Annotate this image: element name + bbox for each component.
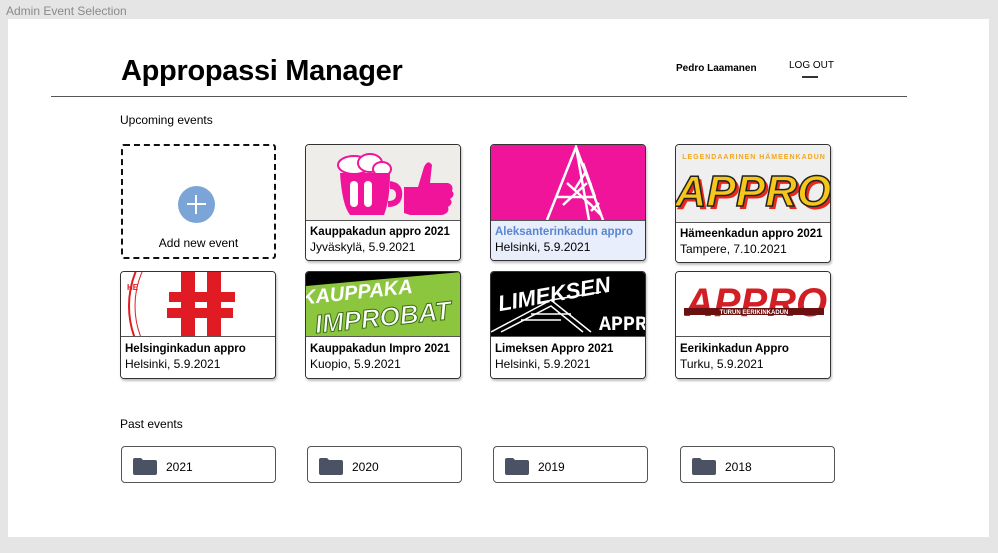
header-divider	[51, 96, 907, 97]
event-date: Helsinki, 5.9.2021	[125, 357, 221, 371]
event-info: Eerikinkadun Appro Turku, 5.9.2021	[676, 336, 830, 378]
event-logo-hameenkatu-appro: LEGENDAARINEN HÄMEENKADUN APPRO APPRO	[676, 145, 830, 222]
logo-text-main: APPRO	[684, 281, 827, 325]
logo-text-sub: APPR	[599, 314, 645, 336]
past-folder-2019[interactable]: 2019	[493, 446, 648, 483]
page-title: Appropassi Manager	[121, 55, 403, 87]
add-new-event-button[interactable]: Add new event	[121, 144, 276, 259]
event-date: Tampere, 7.10.2021	[680, 242, 787, 256]
user-name: Pedro Laamanen	[676, 63, 757, 74]
event-info: Limeksen Appro 2021 Helsinki, 5.9.2021	[491, 336, 645, 378]
event-card-aleksanterinkadun-appro[interactable]: Aleksanterinkadun appro Helsinki, 5.9.20…	[490, 144, 646, 261]
event-card-helsinginkadun-appro[interactable]: HE Helsinginkadun appro Helsinki, 5.9.20…	[120, 271, 276, 379]
logo-text-band: TURUN EERIKINKADUN	[720, 310, 789, 316]
event-name: Eerikinkadun Appro	[680, 343, 789, 355]
event-date: Jyväskylä, 5.9.2021	[310, 240, 416, 254]
add-new-event-label: Add new event	[158, 236, 239, 250]
event-name: Kauppakadun appro 2021	[310, 226, 450, 238]
folder-icon	[319, 458, 343, 475]
event-logo-tower-a	[491, 145, 645, 220]
folder-label: 2019	[538, 460, 565, 474]
admin-board: Appropassi Manager Pedro Laamanen LOG OU…	[8, 19, 989, 537]
event-info: Kauppakadun Impro 2021 Kuopio, 5.9.2021	[306, 336, 460, 378]
event-info: Hämeenkadun appro 2021 Tampere, 7.10.202…	[676, 222, 830, 262]
folder-label: 2018	[725, 460, 752, 474]
past-folder-2020[interactable]: 2020	[307, 446, 462, 483]
event-name: Aleksanterinkadun appro	[495, 226, 634, 238]
event-logo-helsinki-h: HE	[121, 272, 275, 336]
logout-underline	[802, 76, 818, 78]
event-card-hameenkadun-appro-2021[interactable]: LEGENDAARINEN HÄMEENKADUN APPRO APPRO Hä…	[675, 144, 831, 263]
event-card-eerikinkadun-appro[interactable]: APPRO TURUN EERIKINKADUN Eerikinkadun Ap…	[675, 271, 831, 379]
event-info: Helsinginkadun appro Helsinki, 5.9.2021	[121, 336, 275, 378]
event-logo-eerikinkatu-appro: APPRO TURUN EERIKINKADUN	[676, 272, 830, 336]
event-info: Aleksanterinkadun appro Helsinki, 5.9.20…	[491, 220, 645, 260]
event-card-kauppakadun-appro-2021[interactable]: Kauppakadun appro 2021 Jyväskylä, 5.9.20…	[305, 144, 461, 261]
logo-text-top: LEGENDAARINEN HÄMEENKADUN	[682, 153, 826, 161]
upcoming-events-heading: Upcoming events	[120, 113, 213, 127]
event-date: Kuopio, 5.9.2021	[310, 357, 401, 371]
svg-text:HE: HE	[127, 283, 139, 292]
folder-icon	[133, 458, 157, 475]
logout-button[interactable]: LOG OUT	[789, 60, 834, 71]
plus-icon	[178, 186, 215, 223]
event-name: Helsinginkadun appro	[125, 343, 246, 355]
logo-text-main: APPRO	[676, 167, 830, 216]
folder-icon	[692, 458, 716, 475]
past-folder-2018[interactable]: 2018	[680, 446, 835, 483]
folder-icon	[505, 458, 529, 475]
event-logo-beer-thumbsup	[306, 145, 460, 220]
folder-label: 2020	[352, 460, 379, 474]
event-date: Helsinki, 5.9.2021	[495, 357, 591, 371]
past-events-heading: Past events	[120, 417, 183, 431]
event-logo-limes: LIMEKSEN APPR	[491, 272, 645, 336]
event-info: Kauppakadun appro 2021 Jyväskylä, 5.9.20…	[306, 220, 460, 260]
event-date: Turku, 5.9.2021	[680, 357, 764, 371]
folder-label: 2021	[166, 460, 193, 474]
event-name: Kauppakadun Impro 2021	[310, 343, 450, 355]
event-logo-improbat: KAUPPAKA IMPROBAT	[306, 272, 460, 336]
past-folder-2021[interactable]: 2021	[121, 446, 276, 483]
event-name: Hämeenkadun appro 2021	[680, 228, 823, 240]
event-name: Limeksen Appro 2021	[495, 343, 614, 355]
event-card-kauppakadun-impro-2021[interactable]: KAUPPAKA IMPROBAT Kauppakadun Impro 2021…	[305, 271, 461, 379]
event-date: Helsinki, 5.9.2021	[495, 240, 591, 254]
frame-label: Admin Event Selection	[6, 4, 127, 18]
event-card-limeksen-appro-2021[interactable]: LIMEKSEN APPR Limeksen Appro 2021 Helsin…	[490, 271, 646, 379]
